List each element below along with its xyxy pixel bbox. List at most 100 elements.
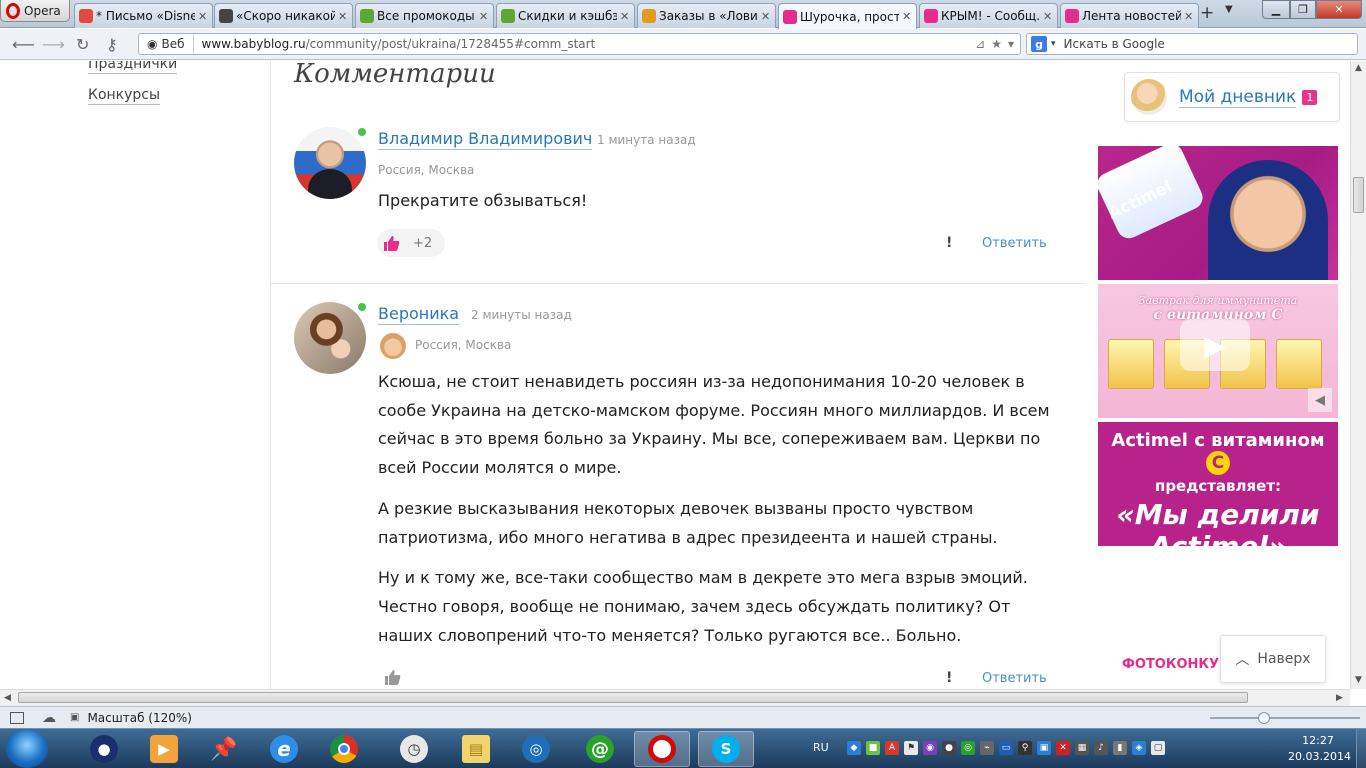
browser-tab[interactable]: Скидки и кэшбэ...✕ (496, 3, 635, 28)
minimize-button[interactable]: ▁ (1262, 0, 1290, 19)
close-tab-icon[interactable]: ✕ (1043, 10, 1053, 23)
tray-app-icon[interactable]: ◈ (1132, 741, 1146, 755)
panel-toggle-icon[interactable] (10, 711, 24, 724)
horizontal-scrollbar[interactable]: ◀ ▶ (0, 689, 1350, 706)
horizontal-scroll-thumb[interactable] (18, 692, 1248, 703)
avatar-vladimir[interactable] (294, 127, 366, 199)
tray-app-icon[interactable]: ◉ (923, 741, 937, 755)
thumbs-up-icon[interactable] (382, 667, 402, 687)
taskbar-messenger[interactable]: ◎ (508, 731, 564, 767)
alert-icon[interactable]: ✕ (1056, 741, 1070, 755)
zoom-level[interactable]: Масштаб (120%) (87, 711, 192, 725)
taskbar-mail-agent[interactable]: @ (572, 731, 628, 767)
close-tab-icon[interactable]: ✕ (338, 10, 348, 23)
scroll-down-arrow-icon[interactable]: ▼ (1355, 675, 1362, 685)
google-search-box[interactable]: g ▾ Искать в Google (1026, 33, 1358, 55)
zoom-slider-knob[interactable] (1258, 712, 1270, 724)
back-arrow-icon[interactable]: ⟵ (12, 35, 35, 54)
key-icon[interactable]: ⚷ (106, 35, 118, 54)
scroll-up-arrow-icon[interactable]: ▲ (1355, 63, 1362, 73)
site-info-chip[interactable]: ◉ Веб (139, 34, 194, 54)
forward-arrow-icon[interactable]: ⟶ (42, 35, 65, 54)
pin-icon[interactable]: ⚲ (1018, 741, 1032, 755)
reply-link[interactable]: Ответить (982, 236, 1047, 251)
back-to-top-button[interactable]: ︿ Наверх (1220, 635, 1326, 683)
my-diary-widget[interactable]: Мой дневник 1 (1124, 72, 1340, 122)
avatar-veronika[interactable] (294, 302, 366, 374)
address-bar[interactable]: ◉ Веб www.babyblog.ru/community/post/ukr… (138, 33, 1021, 55)
tray-app-icon[interactable]: ◎ (961, 741, 975, 755)
report-button[interactable]: ! (946, 670, 952, 686)
play-icon[interactable]: ▶ (1180, 319, 1250, 371)
taskbar-clock-app[interactable]: ◷ (386, 731, 442, 767)
actimel-ad-banner-1[interactable]: Actimel (1098, 146, 1338, 280)
close-tab-icon[interactable]: ✕ (620, 10, 630, 23)
dropbox-icon[interactable]: ◆ (847, 741, 861, 755)
close-tab-icon[interactable]: ✕ (479, 10, 489, 23)
zoom-slider-track[interactable] (1210, 717, 1360, 719)
scroll-left-arrow-icon[interactable]: ◀ (4, 693, 11, 703)
opera-menu-button[interactable]: Opera (0, 0, 70, 22)
flag-icon[interactable]: ⚑ (904, 741, 918, 755)
nav-link-holidays[interactable]: Празднички (88, 61, 178, 74)
taskbar-internet-explorer[interactable]: e (256, 731, 312, 767)
tab-menu-chevron-icon[interactable]: ▼ (1225, 4, 1233, 15)
start-button[interactable] (6, 730, 48, 768)
taskbar-user-app[interactable]: ● (76, 731, 132, 767)
tray-app-icon[interactable]: ▣ (1037, 741, 1051, 755)
tray-app-icon[interactable]: ■ (866, 741, 880, 755)
usb-icon[interactable]: ⌁ (980, 741, 994, 755)
pdf-icon[interactable]: A (885, 741, 899, 755)
actimel-promo-banner[interactable]: Actimel с витамином С представляет: «Мы … (1098, 422, 1338, 563)
column-divider (270, 61, 271, 689)
browser-tab[interactable]: Лента новостей ...✕ (1060, 3, 1199, 28)
browser-tab[interactable]: КРЫМ! - Сообщ... ✕ (919, 3, 1058, 28)
maximize-button[interactable]: ❐ (1290, 0, 1316, 19)
taskbar-media-player[interactable]: ▶ (136, 731, 192, 767)
tray-app-icon[interactable]: ● (942, 741, 956, 755)
show-desktop-button[interactable] (1356, 729, 1366, 768)
taskbar-clock[interactable]: 12:27 20.03.2014 (1288, 733, 1351, 765)
close-tab-icon[interactable]: ✕ (1184, 10, 1194, 23)
close-tab-icon[interactable]: ✕ (198, 10, 208, 23)
network-icon[interactable]: ▦ (1075, 741, 1089, 755)
like-button[interactable]: +2 (377, 229, 445, 257)
taskbar-explorer[interactable]: ▤ (448, 731, 504, 767)
reload-icon[interactable]: ↻ (76, 35, 89, 54)
keyboard-icon[interactable]: ▭ (999, 741, 1013, 755)
dropdown-chevron-icon[interactable]: ▾ (1008, 37, 1014, 51)
search-engine-chevron-icon[interactable]: ▾ (1051, 39, 1056, 49)
taskbar-chrome[interactable] (316, 731, 372, 767)
tray-app-icon[interactable]: ▢ (1151, 741, 1165, 755)
taskbar-opera[interactable] (634, 731, 690, 767)
bookmark-star-icon[interactable]: ★ (991, 37, 1002, 51)
new-tab-button[interactable]: + (1200, 3, 1214, 23)
vertical-scrollbar[interactable]: ▲ ▼ (1350, 61, 1366, 689)
browser-tab[interactable]: Шурочка, прост...✕ (778, 3, 917, 29)
url-text[interactable]: www.babyblog.ru/community/post/ukraina/1… (194, 37, 596, 51)
comment-author[interactable]: Владимир Владимирович (378, 129, 593, 150)
close-tab-icon[interactable]: ✕ (902, 10, 912, 23)
language-indicator[interactable]: RU (813, 741, 829, 754)
rss-icon[interactable]: ⊿ (975, 37, 985, 51)
browser-tab[interactable]: * Письмо «Disne...✕ (74, 3, 213, 28)
reply-link[interactable]: Ответить (982, 671, 1047, 686)
power-icon[interactable]: ▮ (1113, 741, 1127, 755)
actimel-video-ad[interactable]: Завтрак для иммунитета с витамином С ▶ ◀ (1098, 284, 1338, 418)
scroll-right-arrow-icon[interactable]: ▶ (1336, 693, 1343, 703)
comment-author[interactable]: Вероника (378, 304, 460, 325)
vertical-scroll-thumb[interactable] (1353, 177, 1364, 213)
browser-tab[interactable]: «Скоро никакой...✕ (214, 3, 353, 28)
mute-icon[interactable]: ◀ (1308, 388, 1332, 412)
browser-tab[interactable]: Все промокоды ...✕ (355, 3, 494, 28)
close-window-button[interactable]: ✕ (1316, 0, 1362, 19)
taskbar-pushpin[interactable]: 📌 (196, 731, 252, 767)
close-tab-icon[interactable]: ✕ (761, 10, 771, 23)
volume-icon[interactable]: ♪ (1094, 741, 1108, 755)
report-button[interactable]: ! (946, 235, 952, 251)
my-diary-link[interactable]: Мой дневник (1179, 87, 1297, 108)
nav-link-contests[interactable]: Конкурсы (88, 86, 161, 105)
turbo-cloud-icon[interactable]: ☁ (42, 710, 56, 726)
taskbar-skype[interactable]: S (698, 731, 754, 767)
browser-tab[interactable]: Заказы в «Лови...✕ (637, 3, 776, 28)
